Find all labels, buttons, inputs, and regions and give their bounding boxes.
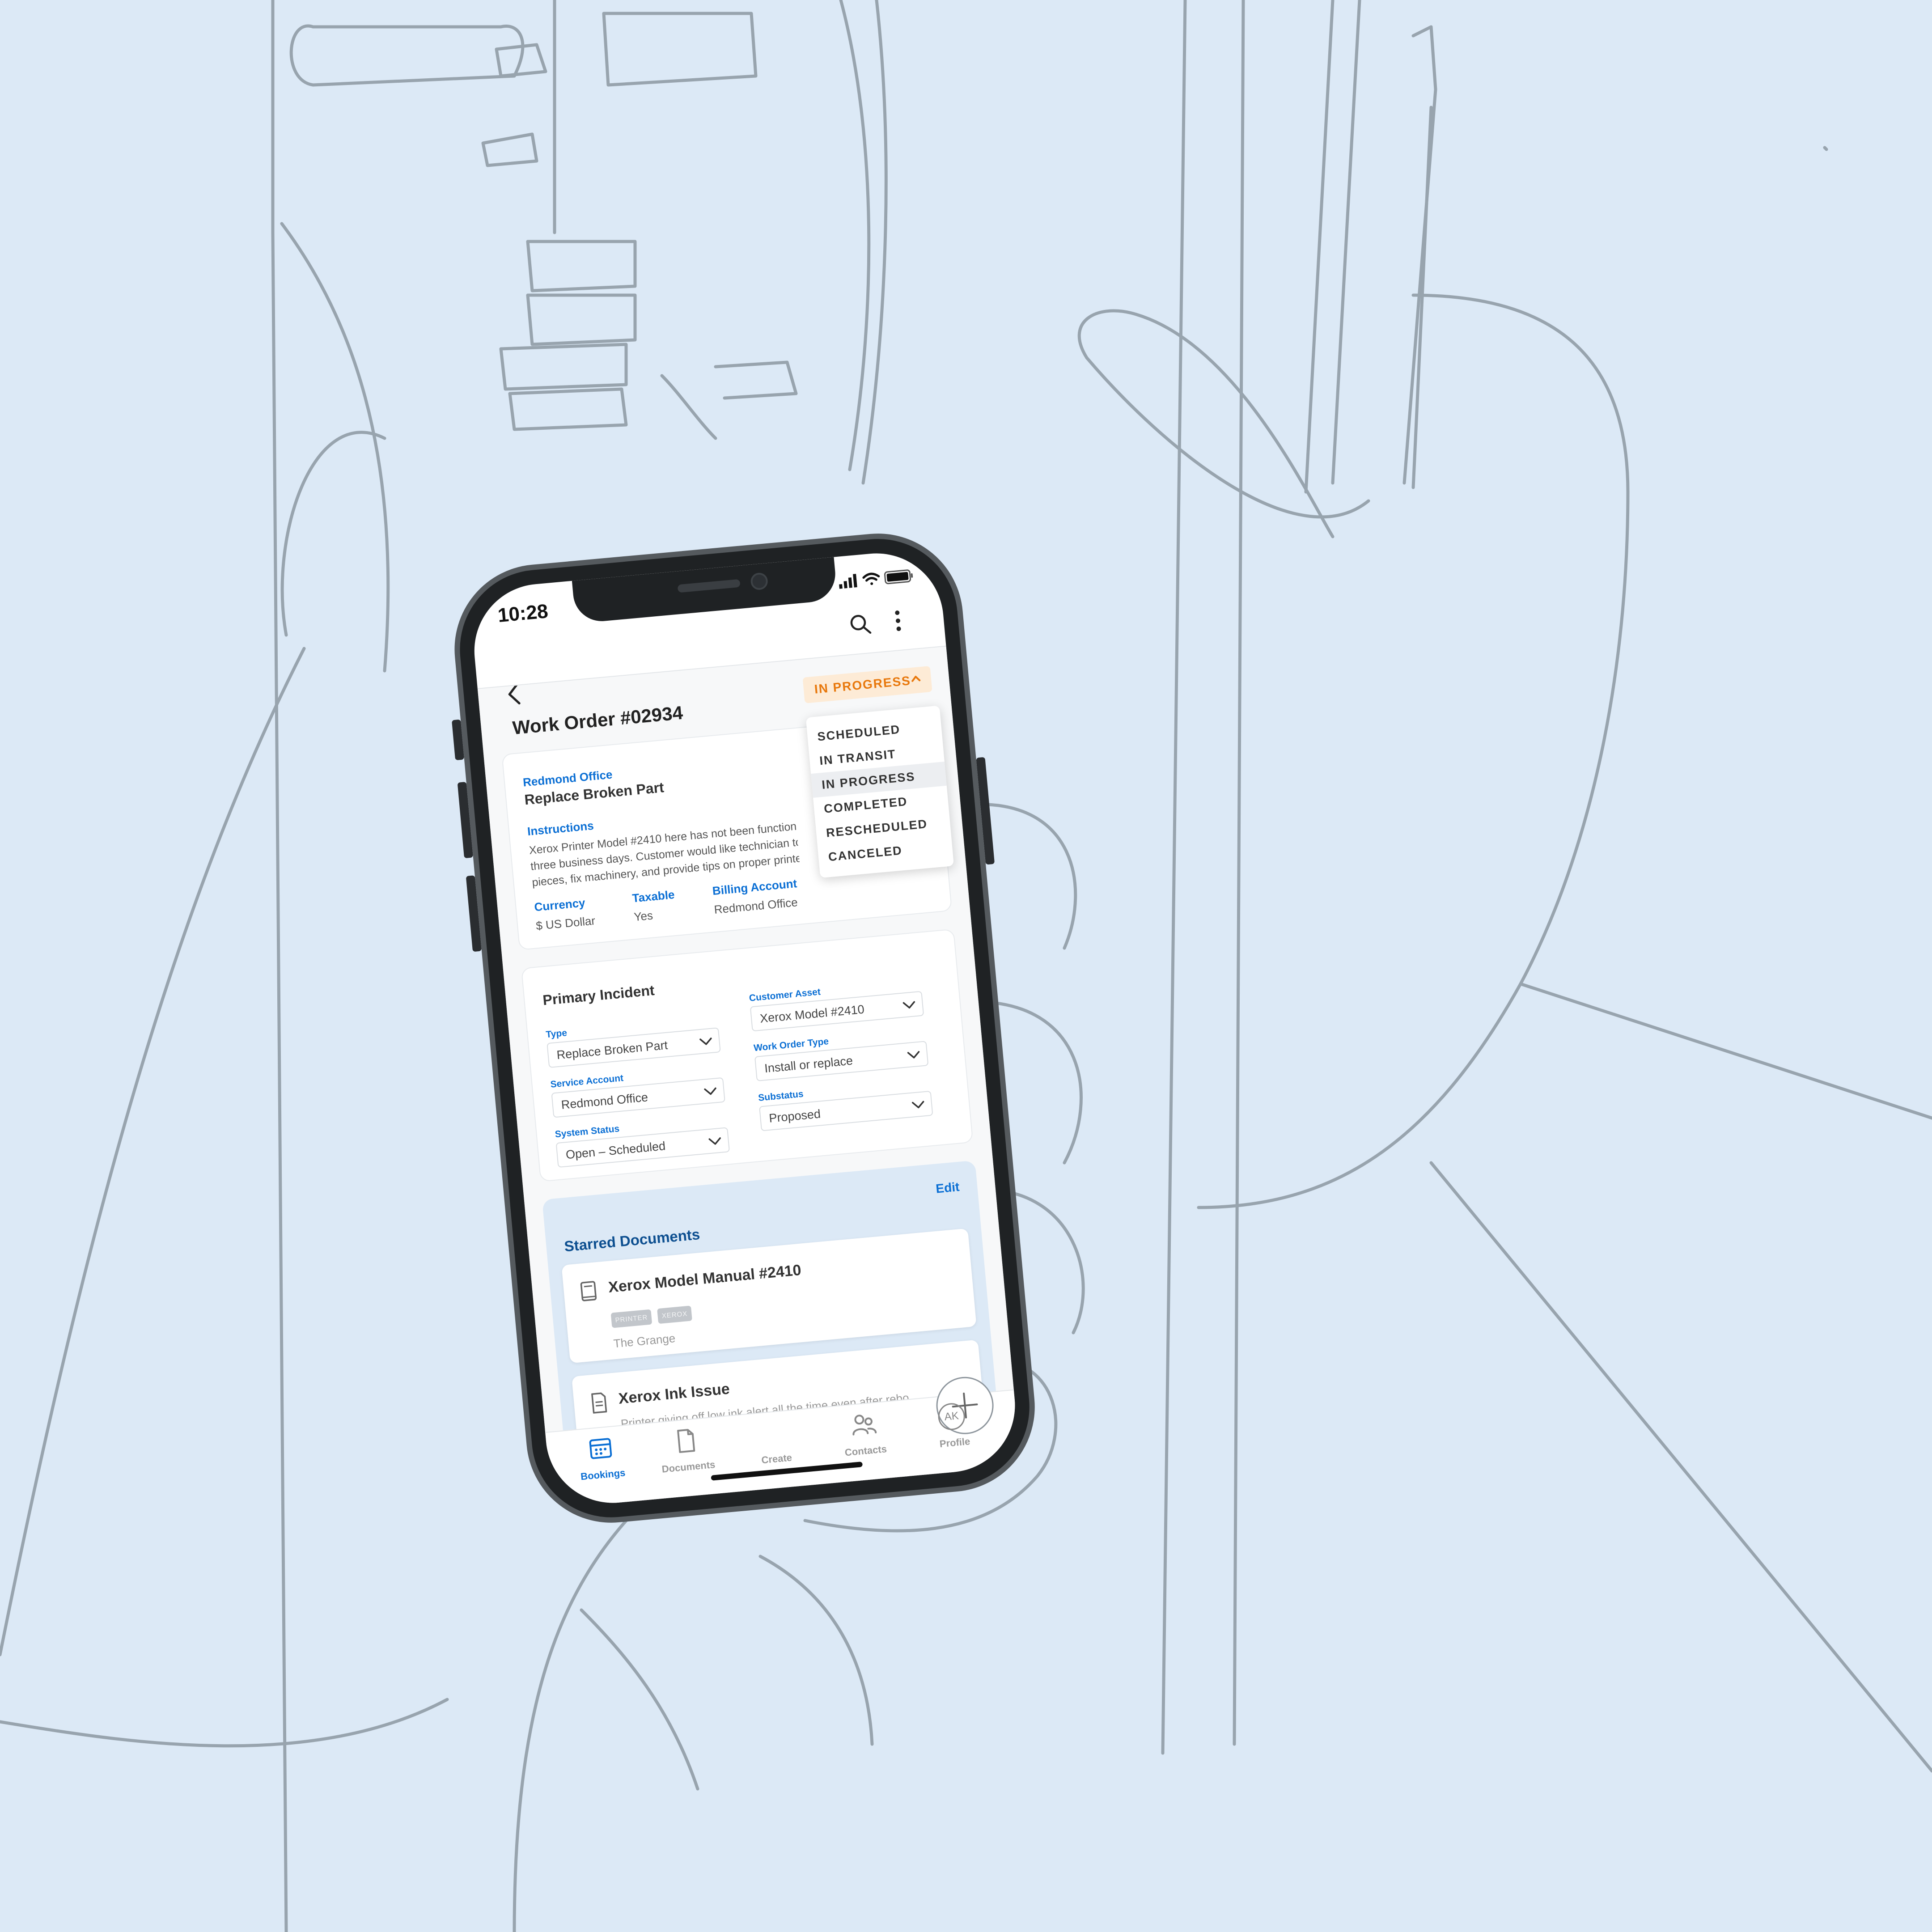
calendar-icon	[589, 1438, 612, 1459]
stage: 10:28 Work Order #02934 IN PROGRESS SCHE…	[0, 0, 1932, 1932]
phone-mockup: 10:28 Work Order #02934 IN PROGRESS SCHE…	[447, 526, 1042, 1530]
document-tag: XEROX	[657, 1305, 692, 1324]
edit-starred-documents-link[interactable]: Edit	[935, 1180, 960, 1196]
tab-contacts[interactable]: Contacts	[826, 1408, 902, 1468]
billing-account-value: Redmond Office	[713, 895, 798, 916]
chevron-down-icon	[907, 1051, 920, 1059]
work-order-content: Work Order #02934 IN PROGRESS SCHEDULED …	[477, 645, 1014, 1433]
starred-documents-title: Starred Documents	[563, 1225, 701, 1255]
tab-profile[interactable]: AK Profile	[915, 1400, 991, 1460]
battery-icon	[884, 569, 913, 585]
page-title: Work Order #02934	[511, 702, 684, 739]
document-location: The Grange	[613, 1331, 676, 1351]
status-dropdown-menu: SCHEDULED IN TRANSIT IN PROGRESS COMPLET…	[805, 705, 954, 878]
taxable-value: Yes	[633, 908, 654, 924]
avatar: AK	[937, 1402, 966, 1432]
currency-label: Currency	[534, 896, 586, 914]
tab-label: Create	[761, 1452, 792, 1466]
tab-bookings[interactable]: Bookings	[564, 1432, 640, 1492]
more-options-button[interactable]	[886, 604, 911, 637]
status-time: 10:28	[497, 600, 549, 627]
document-name: Xerox Ink Issue	[618, 1380, 731, 1407]
contacts-icon	[852, 1415, 877, 1436]
document-icon	[591, 1392, 607, 1414]
tab-label: Contacts	[844, 1443, 887, 1458]
speaker	[677, 579, 741, 593]
chevron-down-icon	[699, 1038, 712, 1045]
status-dropdown-toggle[interactable]: IN PROGRESS	[802, 666, 932, 703]
chevron-up-icon	[911, 676, 921, 682]
document-name: Xerox Model Manual #2410	[607, 1261, 802, 1296]
tab-label: Bookings	[580, 1467, 626, 1483]
more-vertical-icon	[895, 610, 901, 631]
substatus-label: Substatus	[758, 1089, 804, 1103]
type-value: Replace Broken Part	[556, 1038, 669, 1062]
front-camera	[750, 572, 769, 591]
primary-incident-title: Primary Incident	[542, 982, 655, 1008]
currency-value: $ US Dollar	[535, 914, 596, 933]
chevron-down-icon	[911, 1101, 924, 1109]
status-value: IN PROGRESS	[813, 674, 912, 696]
tab-label: Documents	[661, 1458, 716, 1475]
wifi-icon	[862, 572, 880, 585]
service-account-value: Redmond Office	[560, 1090, 649, 1112]
document-icon	[677, 1429, 695, 1453]
phone-screen: 10:28 Work Order #02934 IN PROGRESS SCHE…	[468, 547, 1021, 1509]
search-icon	[850, 614, 872, 634]
type-select[interactable]: Replace Broken Part	[547, 1027, 721, 1068]
system-status-value: Open – Scheduled	[565, 1139, 666, 1162]
chevron-down-icon	[902, 1001, 915, 1009]
starred-documents-card: Edit Starred Documents Xerox Model Manua…	[542, 1160, 1000, 1433]
customer-asset-value: Xerox Model #2410	[759, 1002, 865, 1025]
work-order-type-value: Install or replace	[764, 1054, 854, 1076]
instructions-label: Instructions	[526, 818, 594, 839]
back-button[interactable]	[499, 675, 529, 713]
chevron-left-icon	[508, 682, 521, 705]
manual-book-icon	[580, 1281, 597, 1301]
substatus-value: Proposed	[768, 1107, 822, 1125]
taxable-label: Taxable	[631, 887, 675, 905]
primary-incident-card: Primary Incident Type Replace Broken Par…	[521, 928, 974, 1182]
type-label: Type	[545, 1028, 568, 1040]
document-tag: PRINTER	[610, 1309, 652, 1328]
signal-icon	[839, 574, 857, 589]
chevron-down-icon	[704, 1087, 716, 1095]
tab-label: Profile	[939, 1436, 971, 1450]
chevron-down-icon	[708, 1137, 721, 1145]
status-icons	[839, 569, 913, 589]
billing-account-label: Billing Account	[712, 877, 798, 898]
search-button[interactable]	[843, 607, 877, 641]
